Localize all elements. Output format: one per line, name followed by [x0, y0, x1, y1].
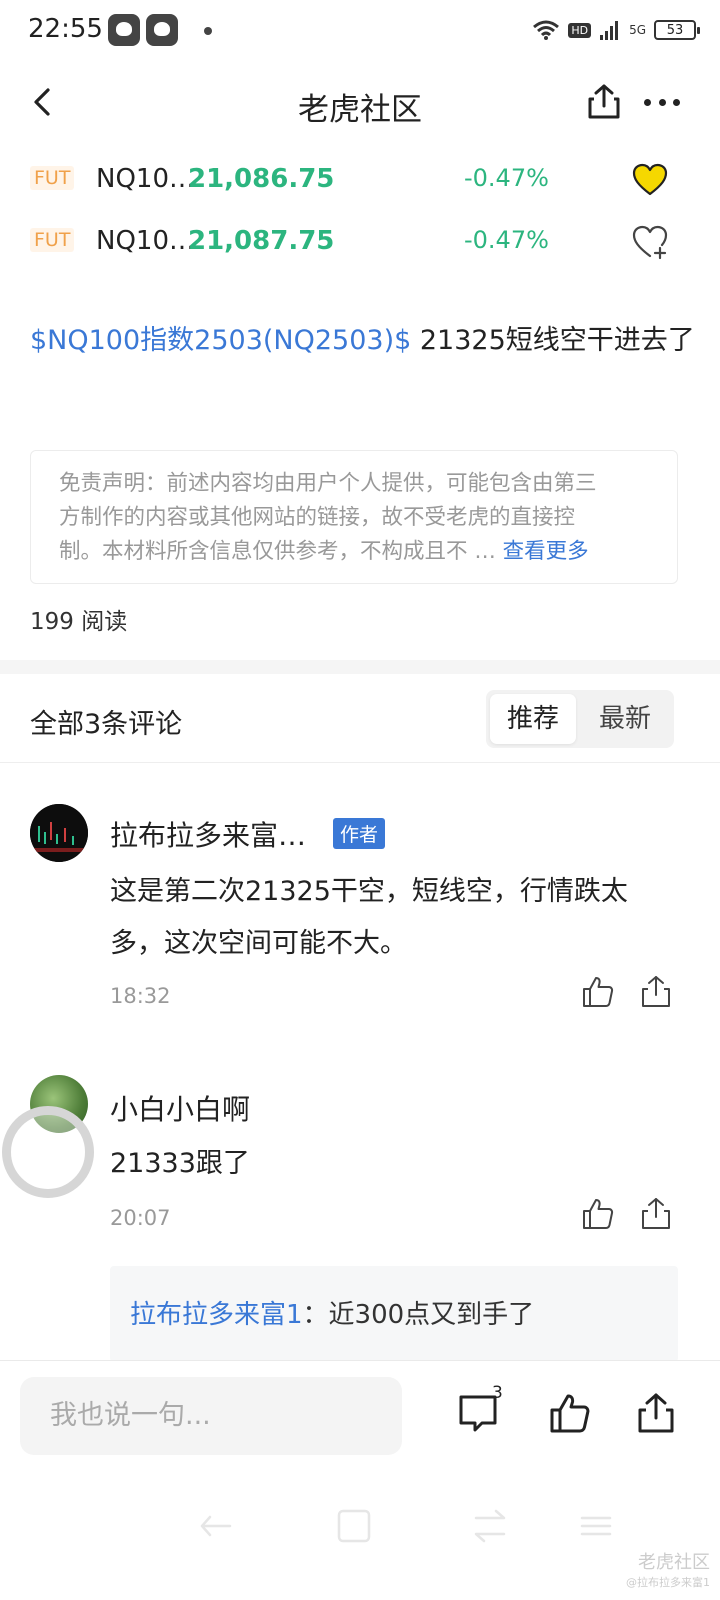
share-icon[interactable]	[584, 82, 624, 122]
watermark: 老虎社区 @拉布拉多来富1	[626, 1548, 710, 1590]
sort-latest-tab[interactable]: 最新	[580, 694, 670, 744]
quote-price: 21,086.75	[188, 164, 335, 194]
quote-change: -0.47%	[464, 226, 549, 254]
top-nav: 老虎社区	[0, 68, 720, 138]
comment-input[interactable]: 我也说一句...	[20, 1377, 402, 1455]
comment-count: 3	[492, 1383, 503, 1403]
divider	[0, 762, 720, 763]
quote-row[interactable]: FUT NQ10… 21,087.75 -0.47%	[30, 222, 690, 266]
signal-icon	[600, 21, 619, 40]
comment-time: 20:07	[110, 1206, 171, 1230]
more-options-icon[interactable]	[640, 82, 684, 122]
reply-text: ：近300点又到手了	[302, 1300, 535, 1330]
disclaimer-box: 免责声明：前述内容均由用户个人提供，可能包含由第三 方制作的内容或其他网站的链接…	[30, 450, 678, 584]
watermark-brand: 老虎社区	[638, 1552, 710, 1573]
comment-author-name[interactable]: 拉布拉多来富…	[110, 814, 306, 854]
nav-recents-icon[interactable]	[470, 1506, 510, 1546]
floating-touch-ring[interactable]	[2, 1106, 94, 1198]
stock-tag-link[interactable]: $NQ100指数2503(NQ2503)$	[30, 325, 411, 356]
comment-line: 21333跟了	[110, 1148, 250, 1179]
thumbs-up-icon[interactable]	[580, 1196, 616, 1232]
comment-time: 18:32	[110, 984, 171, 1008]
share-icon[interactable]	[638, 1196, 674, 1232]
network-type: 5G	[629, 23, 646, 37]
status-indicators: HD 5G 53	[532, 14, 700, 46]
quote-symbol: NQ10…	[96, 164, 195, 194]
system-nav-bar: 老虎社区 @拉布拉多来富1	[0, 1478, 720, 1600]
disclaimer-line: 制。本材料所含信息仅供参考，不构成且不 …	[59, 539, 503, 564]
comment-sort-toggle: 推荐 最新	[486, 690, 674, 748]
nav-back-icon[interactable]	[196, 1506, 236, 1546]
futures-badge: FUT	[30, 228, 75, 252]
heart-filled-icon[interactable]	[630, 160, 670, 200]
nav-home-icon[interactable]	[334, 1506, 374, 1546]
disclaimer-line: 方制作的内容或其他网站的链接，故不受老虎的直接控	[59, 505, 576, 530]
wifi-icon	[533, 20, 560, 40]
post-content: $NQ100指数2503(NQ2503)$ 21325短线空干进去了	[30, 318, 695, 357]
reply-item[interactable]: 拉布拉多来富1：近300点又到手了	[110, 1266, 678, 1362]
share-icon[interactable]	[638, 974, 674, 1010]
app-notification-icon	[146, 14, 178, 46]
app-notification-icon	[108, 14, 140, 46]
quote-symbol: NQ10…	[96, 226, 195, 256]
bottom-action-bar: 我也说一句... 3	[0, 1360, 720, 1478]
thumbs-up-icon[interactable]	[580, 974, 616, 1010]
avatar[interactable]	[30, 804, 88, 862]
nav-menu-icon[interactable]	[576, 1506, 616, 1546]
chart-avatar-image	[30, 804, 88, 862]
more-notifications-dot-icon	[204, 27, 212, 35]
sort-recommended-tab[interactable]: 推荐	[490, 694, 576, 744]
section-divider	[0, 660, 720, 674]
futures-badge: FUT	[30, 166, 75, 190]
thumbs-up-icon[interactable]	[548, 1391, 592, 1435]
reply-author-name[interactable]: 拉布拉多来富1	[130, 1300, 303, 1330]
comment-line: 多，这次空间可能不大。	[110, 928, 407, 959]
status-time: 22:55	[28, 14, 103, 44]
battery-icon: 53	[654, 20, 700, 40]
comments-title: 全部3条评论	[30, 709, 183, 740]
share-icon[interactable]	[634, 1391, 678, 1435]
comment-text: 21333跟了	[110, 1138, 250, 1190]
heart-add-icon[interactable]	[630, 222, 670, 262]
author-badge: 作者	[333, 818, 386, 849]
watermark-user: @拉布拉多来富1	[626, 1576, 710, 1589]
see-more-link[interactable]: 查看更多	[503, 539, 589, 564]
comment-author-name[interactable]: 小白小白啊	[110, 1088, 250, 1128]
quote-row[interactable]: FUT NQ10… 21,086.75 -0.47%	[30, 160, 690, 204]
status-bar: 22:55 HD 5G 53	[0, 0, 720, 64]
disclaimer-line: 免责声明：前述内容均由用户个人提供，可能包含由第三	[59, 471, 597, 496]
comment-text: 这是第二次21325干空，短线空，行情跌太 多，这次空间可能不大。	[110, 866, 628, 970]
hd-badge: HD	[568, 22, 592, 38]
comment-line: 这是第二次21325干空，短线空，行情跌太	[110, 876, 628, 907]
quote-change: -0.47%	[464, 164, 549, 192]
post-text: 21325短线空干进去了	[411, 325, 695, 356]
quote-price: 21,087.75	[188, 226, 335, 256]
read-count: 199 阅读	[30, 609, 128, 635]
